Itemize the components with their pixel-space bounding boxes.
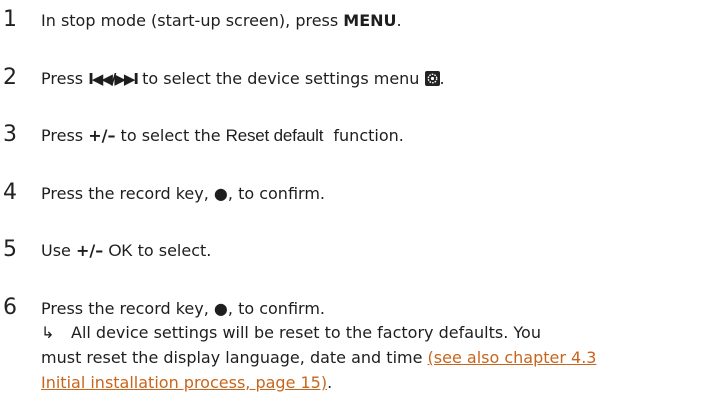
record-key-icon: ● xyxy=(213,299,228,318)
cross-reference-link[interactable]: (see also chapter 4.3 xyxy=(428,348,597,367)
menu-key-label: MENU xyxy=(343,11,397,30)
plus-minus-key-label: +/– xyxy=(75,241,104,260)
step-number: 3 xyxy=(3,122,17,147)
step-result: ↳ All device settings will be reset to th… xyxy=(41,320,711,395)
step-text: Press the record key, ●, to confirm. xyxy=(41,299,325,318)
result-arrow-icon: ↳ xyxy=(41,323,55,342)
step-text: Press I◀◀/▶▶I to select the device setti… xyxy=(41,69,445,88)
plus-minus-key-label: +/– xyxy=(88,126,116,145)
step-number: 4 xyxy=(3,180,17,205)
record-key-icon: ● xyxy=(213,184,228,203)
step-number: 5 xyxy=(3,237,17,262)
step-text: In stop mode (start-up screen), press ME… xyxy=(41,11,402,30)
step-number: 2 xyxy=(3,65,17,90)
step-text: Use +/– OK to select. xyxy=(41,241,212,260)
step-text: Press +/– to select the Reset default fu… xyxy=(41,126,404,145)
function-name: Reset default xyxy=(225,126,324,145)
skip-back-forward-icon: I◀◀/▶▶I xyxy=(88,70,139,88)
step-number: 1 xyxy=(3,7,17,32)
cross-reference-link[interactable]: Initial installation process, page 15) xyxy=(41,373,327,392)
settings-icon xyxy=(424,71,440,86)
step-text: Press the record key, ●, to confirm. xyxy=(41,184,325,203)
option-ok: OK xyxy=(108,241,133,260)
step-number: 6 xyxy=(3,295,17,320)
